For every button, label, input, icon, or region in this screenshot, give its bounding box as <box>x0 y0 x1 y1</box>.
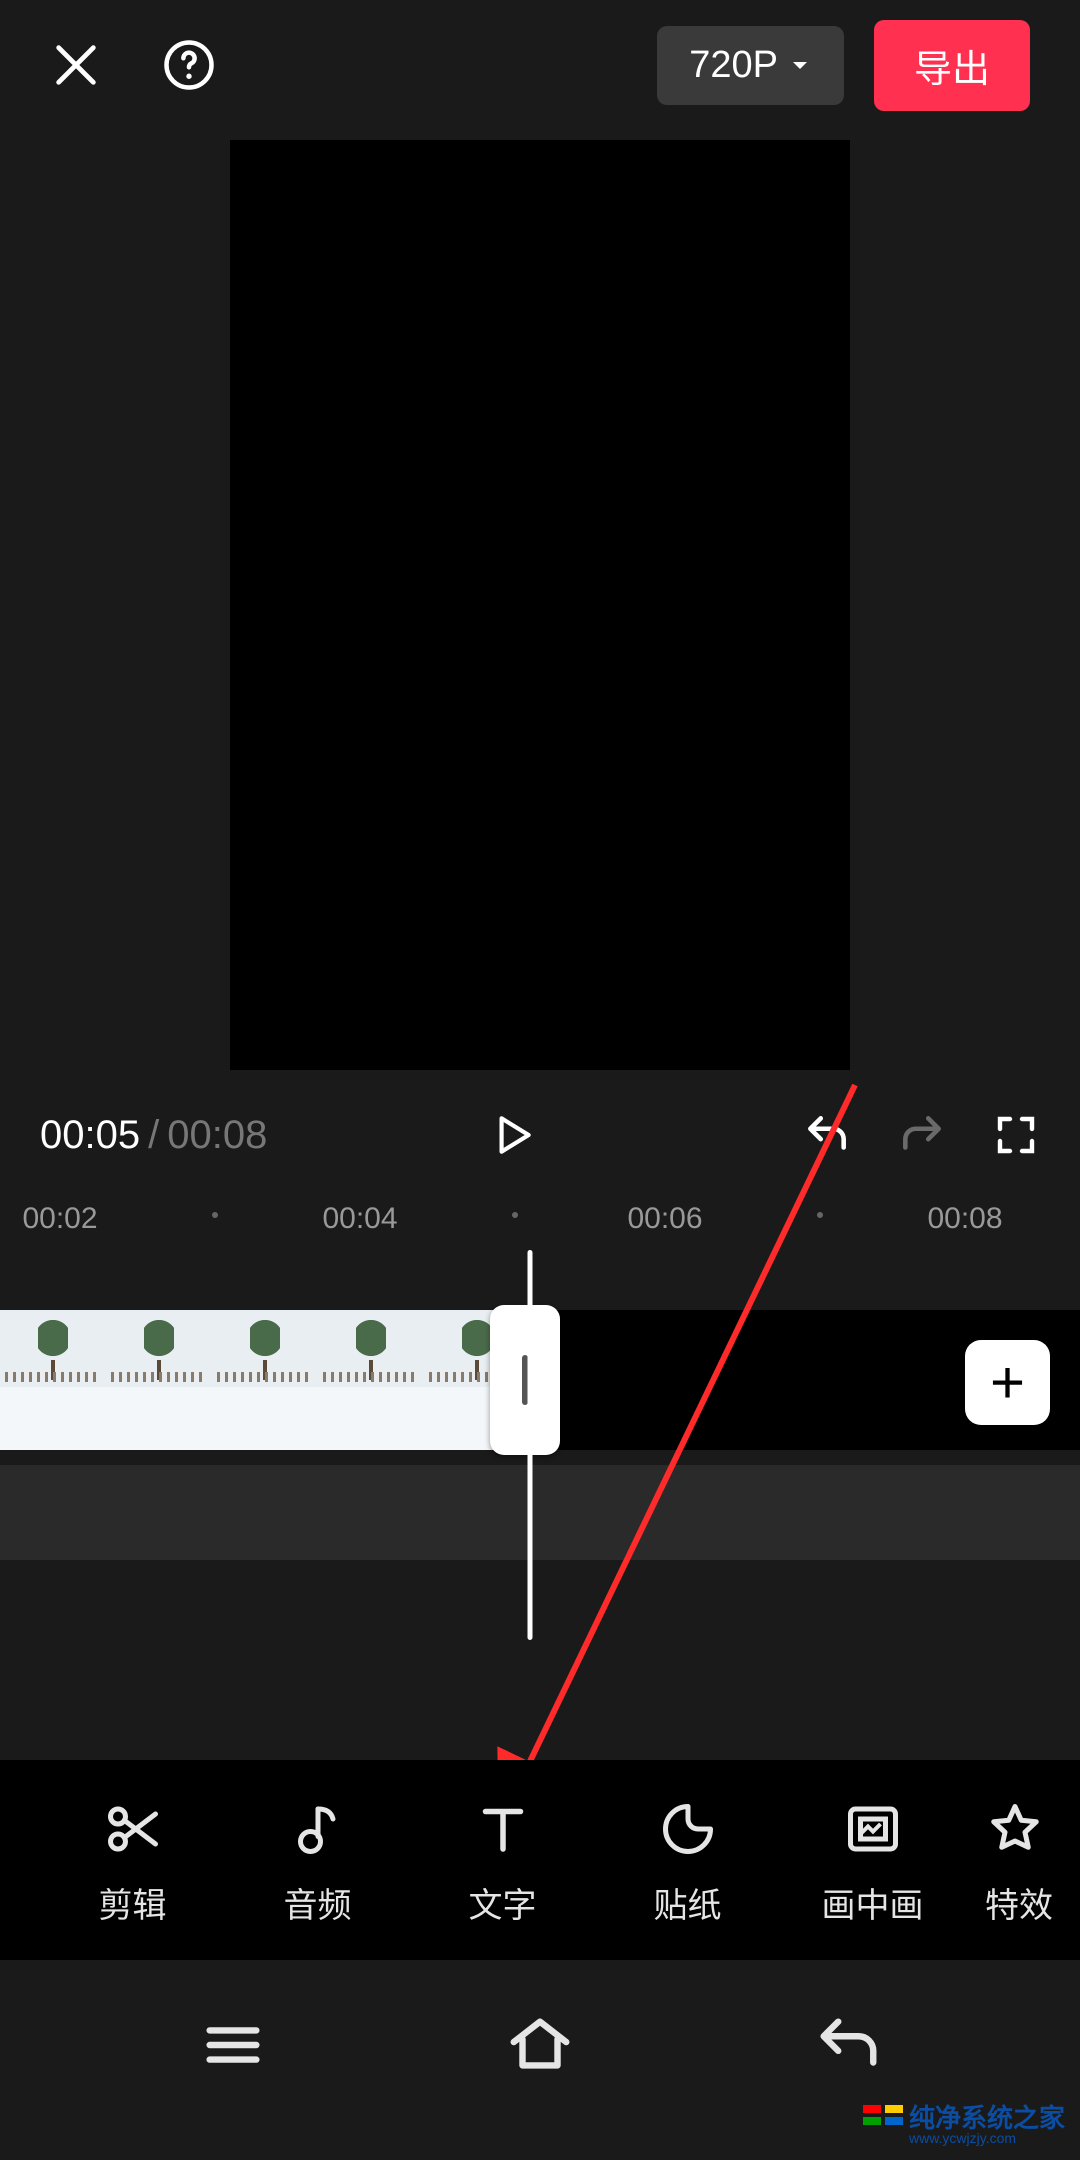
tool-cut[interactable]: 剪辑 <box>40 1794 225 1927</box>
fullscreen-button[interactable] <box>992 1111 1040 1159</box>
undo-button[interactable] <box>802 1110 852 1160</box>
tool-effect[interactable]: 特效 <box>965 1794 1055 1927</box>
playback-controls: 00:05 / 00:08 <box>0 1080 1080 1190</box>
tool-label: 特效 <box>985 1878 1053 1927</box>
help-icon <box>162 38 216 92</box>
ruler-tick <box>212 1212 218 1218</box>
undo-icon <box>802 1110 852 1160</box>
clip-thumbnail <box>318 1310 424 1450</box>
tool-bar: 剪辑 音频 文字 贴纸 画中画 特效 <box>0 1760 1080 1960</box>
help-button[interactable] <box>162 38 216 92</box>
time-separator: / <box>148 1113 159 1158</box>
play-button[interactable] <box>487 1110 537 1160</box>
tool-pip[interactable]: 画中画 <box>780 1794 965 1927</box>
audio-track[interactable] <box>0 1465 1080 1560</box>
music-note-icon <box>288 1794 348 1864</box>
clip-end-handle[interactable] <box>490 1305 560 1455</box>
text-icon <box>473 1794 533 1864</box>
clip-thumbnail <box>106 1310 212 1450</box>
watermark: 纯净系统之家 www.ycwjzjy.com <box>863 2105 1065 2145</box>
redo-button[interactable] <box>897 1110 947 1160</box>
fullscreen-icon <box>992 1111 1040 1159</box>
back-icon <box>812 2010 882 2080</box>
clip-thumbnail <box>0 1310 106 1450</box>
tool-label: 画中画 <box>822 1878 924 1927</box>
tool-audio[interactable]: 音频 <box>225 1794 410 1927</box>
picture-in-picture-icon <box>843 1794 903 1864</box>
tool-label: 贴纸 <box>654 1878 722 1927</box>
total-time: 00:08 <box>167 1113 267 1158</box>
tool-sticker[interactable]: 贴纸 <box>595 1794 780 1927</box>
ruler-tick <box>817 1212 823 1218</box>
play-icon <box>487 1110 537 1160</box>
quality-label: 720P <box>689 44 778 87</box>
sticker-icon <box>658 1794 718 1864</box>
ruler-mark: 00:02 <box>22 1202 97 1236</box>
tool-text[interactable]: 文字 <box>410 1794 595 1927</box>
preview-area <box>0 130 1080 1080</box>
caret-down-icon <box>788 53 812 77</box>
tool-label: 文字 <box>469 1878 537 1927</box>
watermark-url: www.ycwjzjy.com <box>909 2131 1065 2145</box>
ruler-mark: 00:08 <box>927 1202 1002 1236</box>
close-button[interactable] <box>50 39 102 91</box>
tool-label: 音频 <box>284 1878 352 1927</box>
timeline-ruler[interactable]: 00:02 00:04 00:06 00:08 <box>0 1190 1080 1250</box>
export-label: 导出 <box>914 49 990 91</box>
menu-icon <box>198 2010 268 2080</box>
quality-dropdown[interactable]: 720P <box>657 26 844 105</box>
ruler-mark: 00:06 <box>627 1202 702 1236</box>
scissors-icon <box>103 1794 163 1864</box>
timeline[interactable]: + <box>0 1250 1080 1690</box>
add-clip-button[interactable]: + <box>965 1340 1050 1425</box>
star-icon <box>985 1794 1045 1864</box>
current-time: 00:05 <box>40 1113 140 1158</box>
plus-icon: + <box>990 1348 1025 1417</box>
ruler-tick <box>512 1212 518 1218</box>
top-bar: 720P 导出 <box>0 0 1080 130</box>
clip-thumbnail <box>212 1310 318 1450</box>
video-clip[interactable] <box>0 1310 530 1450</box>
watermark-logo-icon <box>863 2105 903 2145</box>
tool-label: 剪辑 <box>99 1878 167 1927</box>
close-icon <box>50 39 102 91</box>
export-button[interactable]: 导出 <box>874 20 1030 111</box>
nav-menu-button[interactable] <box>198 2010 268 2080</box>
ruler-mark: 00:04 <box>322 1202 397 1236</box>
home-icon <box>505 2010 575 2080</box>
playhead[interactable] <box>528 1250 533 1640</box>
video-preview[interactable] <box>230 140 850 1070</box>
nav-home-button[interactable] <box>505 2010 575 2080</box>
redo-icon <box>897 1110 947 1160</box>
watermark-text: 纯净系统之家 <box>909 2105 1065 2131</box>
nav-back-button[interactable] <box>812 2010 882 2080</box>
